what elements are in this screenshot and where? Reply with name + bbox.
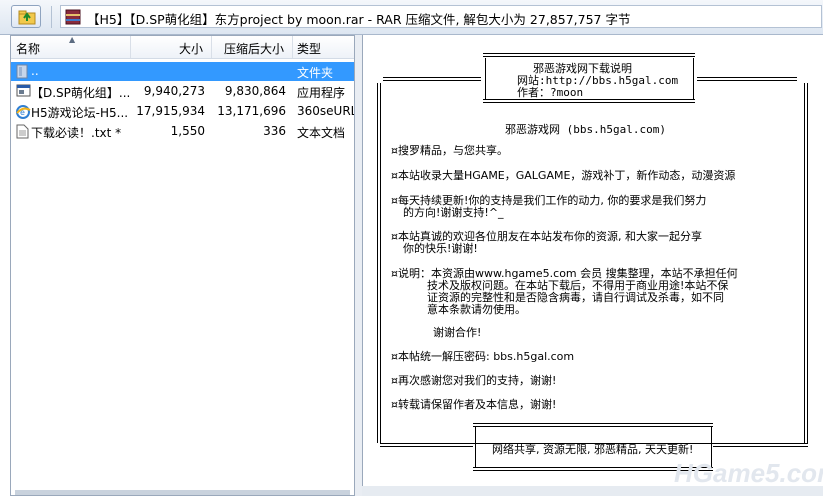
file-type: 360seURL <box>297 104 355 118</box>
archive-path-bar[interactable]: 【H5】【D.SP萌化组】东方project by moon.rar - RAR… <box>60 5 822 28</box>
comment-item: ¤转载请保留作者及本信息，谢谢! <box>391 398 557 411</box>
file-row-parent-folder[interactable]: .. 文件夹 <box>11 62 354 81</box>
file-row-exe[interactable]: 【D.SP萌化组】... 9,940,273 9,830,864 应用程序 <box>11 82 354 101</box>
comment-site-line: 邪恶游戏网 (bbs.h5gal.com) <box>505 123 666 136</box>
comment-header-author: 作者：?moon <box>517 86 584 99</box>
rar-archive-icon <box>65 9 81 25</box>
comment-item: ¤再次感谢您对我们的支持，谢谢! <box>391 374 557 387</box>
comment-item: ¤搜罗精品，与您共享。 <box>391 144 508 157</box>
file-name: H5游戏论坛-H5... <box>31 106 129 120</box>
comment-item: 的方向!谢谢支持!^_ <box>403 206 504 219</box>
toolbar: 【H5】【D.SP萌化组】东方project by moon.rar - RAR… <box>0 0 823 35</box>
archive-comment-pane: 邪恶游戏网下载说明 网站:http://bbs.h5gal.com 作者：?mo… <box>362 35 823 496</box>
file-name: .. <box>31 64 39 78</box>
file-type: 应用程序 <box>297 86 346 100</box>
file-type: 文本文档 <box>297 126 346 140</box>
column-header-packed-size[interactable]: 压缩后大小 <box>224 40 284 57</box>
comment-footer: 网络共享, 资源无限, 邪恶精品, 天天更新! <box>492 443 694 456</box>
sort-ascending-icon: ▲ <box>69 35 76 44</box>
file-packed-size: 336 <box>263 124 286 138</box>
file-type: 文件夹 <box>297 66 334 80</box>
horizontal-scrollbar[interactable] <box>15 490 350 495</box>
watermark-logo: HGame5.com <box>674 458 823 488</box>
file-name: 【D.SP萌化组】... <box>31 86 131 100</box>
comment-item: 意本条款请勿使用。 <box>427 303 526 316</box>
comment-item: 谢谢合作! <box>433 326 482 339</box>
exe-icon <box>16 84 31 97</box>
file-name: 下载必读！.txt * <box>31 126 122 140</box>
comment-item: ¤本站收录大量HGAME，GALGAME，游戏补丁，新作动态，动漫资源 <box>391 169 736 182</box>
comment-item: 你的快乐!谢谢! <box>403 242 478 255</box>
ie-url-icon: e <box>16 105 31 119</box>
column-header-size[interactable]: 大小 <box>179 40 203 57</box>
up-one-level-button[interactable] <box>11 5 41 28</box>
toolbar-separator <box>51 6 52 28</box>
file-size: 9,940,273 <box>143 84 205 98</box>
folder-up-icon <box>18 10 36 25</box>
file-list-pane: ▲ 名称 大小 压缩后大小 类型 .. 文件夹 【D.SP萌化组】... 9,9… <box>10 35 355 496</box>
comment-item: ¤本帖统一解压密码: bbs.h5gal.com <box>391 350 575 363</box>
svg-text:e: e <box>20 108 25 117</box>
file-packed-size: 13,171,696 <box>217 104 286 118</box>
file-row-text[interactable]: 下载必读！.txt * 1,550 336 文本文档 <box>11 122 354 141</box>
file-size: 17,915,934 <box>136 104 205 118</box>
file-list-header: ▲ 名称 大小 压缩后大小 类型 <box>11 36 354 59</box>
archive-path-text: 【H5】【D.SP萌化组】东方project by moon.rar - RAR… <box>87 12 631 27</box>
text-file-icon <box>16 124 29 139</box>
column-header-type[interactable]: 类型 <box>297 40 321 57</box>
file-row-url[interactable]: e H5游戏论坛-H5... 17,915,934 13,171,696 360… <box>11 102 354 121</box>
file-packed-size: 9,830,864 <box>224 84 286 98</box>
folder-up-icon <box>16 64 28 79</box>
pane-splitter[interactable] <box>355 35 362 496</box>
column-header-name[interactable]: 名称 <box>16 40 40 57</box>
file-size: 1,550 <box>170 124 205 138</box>
